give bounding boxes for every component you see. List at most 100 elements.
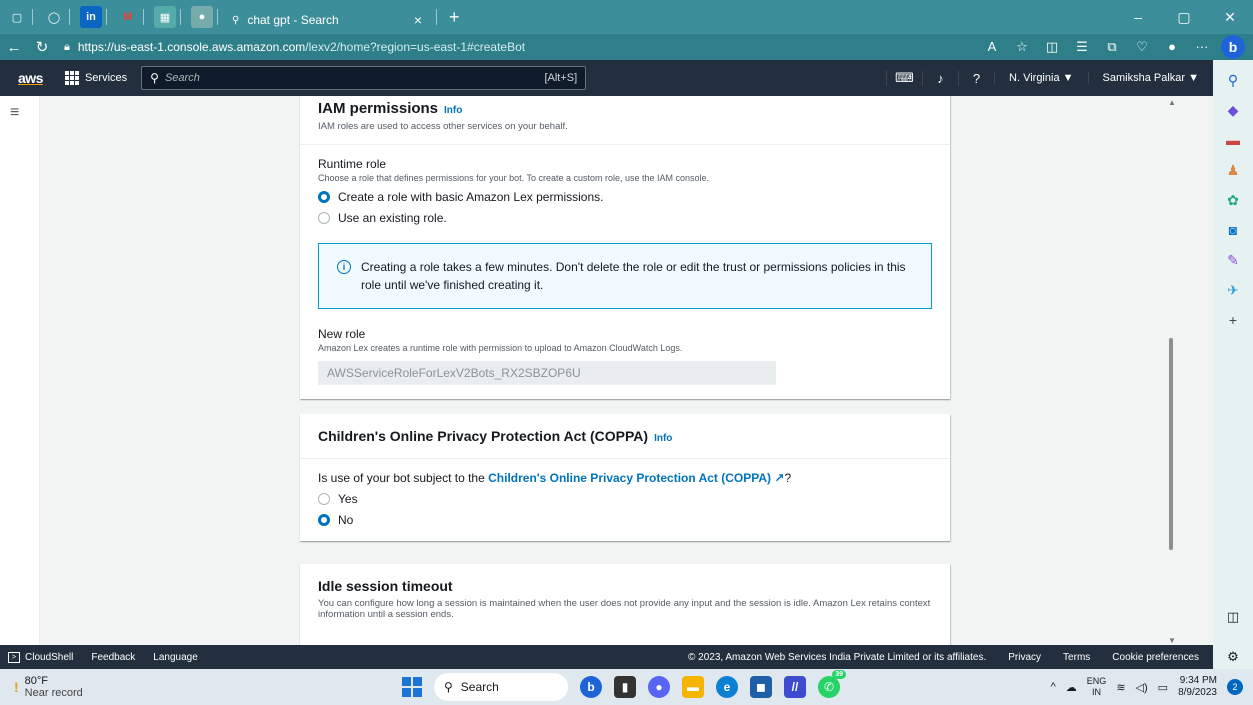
services-menu[interactable]: Services — [64, 71, 127, 85]
radio-coppa-no[interactable]: No — [318, 513, 932, 527]
bing-icon[interactable]: b — [580, 676, 602, 698]
scroll-thumb[interactable] — [1169, 338, 1173, 550]
coppa-question: Is use of your bot subject to the Childr… — [318, 471, 792, 485]
radio-existing-role[interactable]: Use an existing role. — [318, 211, 932, 225]
region-selector[interactable]: N. Virginia ▼ — [994, 72, 1088, 84]
hamburger-menu-icon[interactable]: ≡ — [10, 104, 19, 122]
weather-widget[interactable]: ! 80°F Near record — [14, 675, 83, 699]
app-icon[interactable]: // — [784, 676, 806, 698]
close-window-button[interactable]: ✕ — [1207, 9, 1253, 26]
radio-selected-icon[interactable] — [318, 191, 330, 203]
github-tab-icon[interactable]: ◯ — [43, 6, 65, 28]
onedrive-cloud-icon[interactable]: ☁ — [1066, 681, 1077, 694]
minimize-button[interactable]: – — [1115, 9, 1161, 26]
aws-search-input[interactable]: ⚲ Search [Alt+S] — [141, 66, 587, 90]
store-icon[interactable]: ◼ — [750, 676, 772, 698]
microsoft365-icon[interactable]: ✿ — [1221, 188, 1245, 212]
aws-logo[interactable]: aws — [18, 70, 43, 86]
radio-unselected-icon[interactable] — [318, 212, 330, 224]
clock[interactable]: 9:34 PM 8/9/2023 — [1178, 675, 1217, 699]
scroll-down-arrow-icon[interactable]: ▼ — [1168, 636, 1176, 645]
maximize-button[interactable]: ▢ — [1161, 9, 1207, 26]
tab-close-icon[interactable]: × — [414, 12, 422, 28]
profile-avatar[interactable]: ● — [1157, 39, 1187, 55]
coppa-link[interactable]: Children's Online Privacy Protection Act… — [488, 471, 771, 485]
split-screen-icon[interactable]: ◫ — [1037, 39, 1067, 55]
radio-create-role-label: Create a role with basic Amazon Lex perm… — [338, 190, 604, 204]
cookie-preferences-link[interactable]: Cookie preferences — [1112, 652, 1199, 663]
extensions-icon[interactable]: ♡ — [1127, 39, 1157, 55]
browser-tab-strip: ▢ ◯ in M ▦ ● ⚲ chat gpt - Search × + – ▢… — [0, 0, 1253, 34]
page-scrollbar[interactable]: ▲ ▼ — [1166, 96, 1176, 645]
tab-chat-gpt-search[interactable]: ⚲ chat gpt - Search × — [222, 6, 432, 34]
cloudshell-icon[interactable]: ⌨ — [886, 70, 922, 86]
settings-gear-icon[interactable]: ⚙ — [1213, 645, 1253, 669]
favorite-star-icon[interactable]: ☆ — [1007, 39, 1037, 55]
outlook-icon[interactable]: ◙ — [1221, 218, 1245, 242]
loading-tab-icon[interactable]: ● — [191, 6, 213, 28]
whatsapp-badge: 39 — [832, 670, 846, 679]
notification-badge[interactable]: 2 — [1227, 679, 1243, 695]
task-view-icon[interactable]: ▮ — [614, 676, 636, 698]
sidebar-toggle-icon[interactable]: ◫ — [1213, 603, 1253, 631]
terms-link[interactable]: Terms — [1063, 652, 1090, 663]
scroll-up-arrow-icon[interactable]: ▲ — [1168, 98, 1176, 107]
read-aloud-icon[interactable]: A — [977, 39, 1007, 55]
language-indicator[interactable]: ENG IN — [1087, 676, 1107, 698]
back-arrow-icon[interactable]: ← — [0, 39, 28, 56]
privacy-link[interactable]: Privacy — [1008, 652, 1041, 663]
tab-actions-icon[interactable]: ▢ — [6, 6, 28, 28]
radio-selected-icon[interactable] — [318, 514, 330, 526]
shopping-tag-icon[interactable]: ◆ — [1221, 98, 1245, 122]
search-icon: ⚲ — [232, 14, 240, 26]
favorites-icon[interactable]: ☰ — [1067, 39, 1097, 55]
services-grid-icon — [64, 71, 79, 85]
tab-title: chat gpt - Search — [247, 13, 339, 27]
coppa-info-link[interactable]: Info — [654, 433, 672, 444]
add-app-icon[interactable]: + — [1221, 308, 1245, 332]
cloudshell-button[interactable]: > CloudShell — [8, 651, 73, 663]
more-options-icon[interactable]: ··· — [1187, 39, 1217, 55]
chat-icon[interactable]: ● — [648, 676, 670, 698]
aws-top-nav: aws Services ⚲ Search [Alt+S] ⌨ ♪ ? N. V… — [0, 60, 1213, 96]
runtime-role-description: Choose a role that defines permissions f… — [318, 173, 710, 183]
lock-icon: 🔒︎ — [64, 40, 70, 53]
search-shortcut: [Alt+S] — [544, 72, 578, 84]
search-placeholder: Search — [164, 72, 200, 84]
url-field[interactable]: 🔒︎ https://us-east-1.console.aws.amazon.… — [64, 36, 977, 58]
volume-icon[interactable]: ◁) — [1136, 681, 1148, 694]
file-explorer-icon[interactable]: ▬ — [682, 676, 704, 698]
radio-coppa-yes[interactable]: Yes — [318, 492, 932, 506]
iam-info-link[interactable]: Info — [444, 105, 462, 116]
drop-icon[interactable]: ✈ — [1221, 278, 1245, 302]
windows-start-icon[interactable] — [402, 677, 422, 697]
user-menu[interactable]: Samiksha Palkar ▼ — [1087, 72, 1213, 84]
designer-icon[interactable]: ✎ — [1221, 248, 1245, 272]
windows-taskbar: ! 80°F Near record ⚲ Search b ▮ ● ▬ e ◼ … — [0, 669, 1253, 705]
notifications-bell-icon[interactable]: ♪ — [922, 70, 958, 86]
battery-icon[interactable]: ▭ — [1158, 681, 1168, 694]
radio-unselected-icon[interactable] — [318, 493, 330, 505]
refresh-icon[interactable]: ↻ — [28, 38, 56, 56]
whatsapp-icon[interactable]: ✆ 39 — [818, 670, 846, 698]
radio-create-role[interactable]: Create a role with basic Amazon Lex perm… — [318, 190, 932, 204]
url-path: /lexv2/home?region=us-east-1#createBot — [305, 40, 526, 54]
app-tab-icon[interactable]: ▦ — [154, 6, 176, 28]
bing-copilot-icon[interactable]: b — [1221, 35, 1245, 59]
search-icon: ⚲ — [150, 71, 159, 85]
games-icon[interactable]: ♟ — [1221, 158, 1245, 182]
language-link[interactable]: Language — [153, 652, 198, 663]
chevron-up-icon[interactable]: ^ — [1051, 681, 1056, 693]
gmail-tab-icon[interactable]: M — [117, 6, 139, 28]
feedback-link[interactable]: Feedback — [91, 652, 135, 663]
edge-browser-icon[interactable]: e — [716, 676, 738, 698]
tools-briefcase-icon[interactable]: ▬ — [1221, 128, 1245, 152]
wifi-icon[interactable]: ≋ — [1116, 681, 1125, 694]
collections-icon[interactable]: ⧉ — [1097, 39, 1127, 55]
search-icon[interactable]: ⚲ — [1221, 68, 1245, 92]
external-link-icon[interactable]: ↗ — [774, 471, 784, 485]
help-icon[interactable]: ? — [958, 70, 994, 86]
linkedin-tab-icon[interactable]: in — [80, 6, 102, 28]
taskbar-search[interactable]: ⚲ Search — [434, 673, 568, 701]
new-tab-button[interactable]: + — [449, 7, 460, 28]
